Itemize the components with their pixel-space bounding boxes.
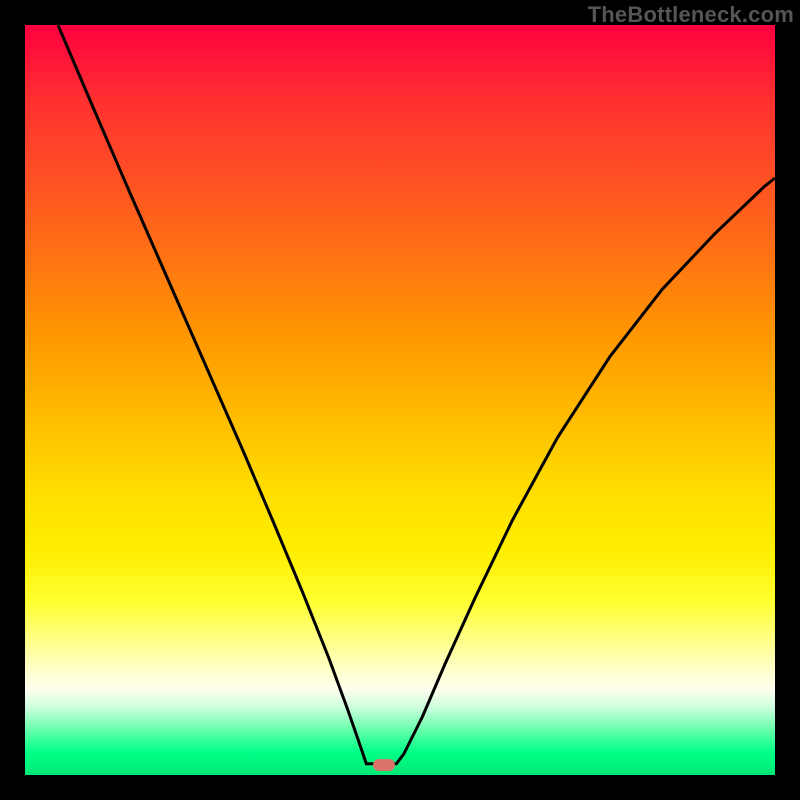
optimal-point-marker: [373, 759, 395, 771]
chart-frame: TheBottleneck.com: [0, 0, 800, 800]
watermark-text: TheBottleneck.com: [588, 2, 794, 28]
bottleneck-curve: [25, 25, 775, 775]
plot-area: [25, 25, 775, 775]
